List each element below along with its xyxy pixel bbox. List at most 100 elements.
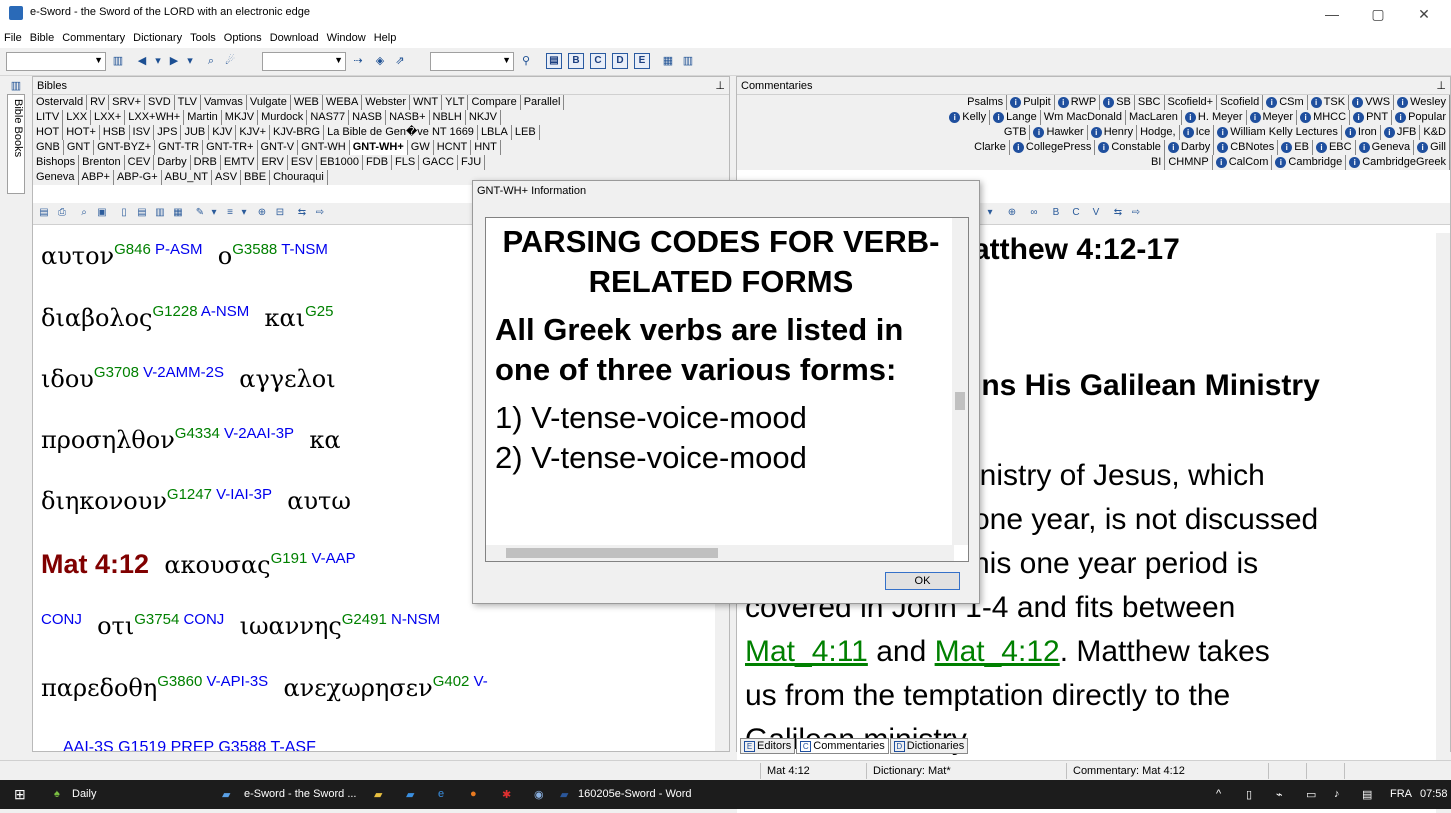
ok-button[interactable]: OK [885, 572, 960, 590]
bible-tab[interactable]: Martin [184, 110, 222, 125]
chevron-down-icon[interactable]: ▾ [237, 207, 251, 221]
maximize-button[interactable]: ▢ [1355, 2, 1401, 26]
bible-tab[interactable]: HOT+ [63, 125, 100, 140]
bible-tab[interactable]: SVD [145, 95, 175, 110]
back-icon[interactable]: ◀ [134, 53, 150, 69]
verse-link[interactable]: Mat_4:12 [935, 635, 1060, 668]
verse-view-icon[interactable]: V [1089, 207, 1103, 221]
menu-file[interactable]: File [0, 28, 26, 48]
app-icon[interactable]: ◉ [534, 788, 544, 801]
chevron-down-icon[interactable]: ▾ [983, 207, 997, 221]
commentary-tab[interactable]: i Iron [1341, 125, 1381, 140]
language-indicator[interactable]: FRA [1390, 788, 1412, 800]
commentary-tab[interactable]: i Lange [990, 110, 1041, 125]
book-combo[interactable]: ▼ [6, 52, 106, 71]
commentary-tab[interactable]: i CBNotes [1214, 140, 1279, 155]
commentary-tab[interactable]: i SB [1100, 95, 1135, 110]
editor-view-icon[interactable]: E [634, 53, 650, 69]
copy-icon[interactable]: ▤ [37, 207, 51, 221]
bible-tab[interactable]: Geneva [33, 170, 79, 185]
paste-icon[interactable]: ▥ [153, 207, 167, 221]
bible-tab[interactable]: Compare [468, 95, 521, 110]
commentary-tab[interactable]: i Pulpit [1007, 95, 1055, 110]
bible-tab[interactable]: KJV-BRG [270, 125, 325, 140]
notifications-icon[interactable]: ▤ [1362, 788, 1372, 801]
edge-icon[interactable]: e [438, 788, 444, 800]
commentary-tab[interactable]: K&D [1420, 125, 1450, 140]
binoculars-icon[interactable]: ⌕ [77, 207, 91, 221]
sync-icon[interactable]: ⇆ [1111, 207, 1125, 221]
commentary-tab[interactable]: i Popular [1392, 110, 1450, 125]
dictionary-view-icon[interactable]: D [612, 53, 628, 69]
commentary-tab[interactable]: i Ice [1179, 125, 1215, 140]
bible-view-icon[interactable]: B [568, 53, 584, 69]
menu-tools[interactable]: Tools [186, 28, 220, 48]
bible-tab[interactable]: HNT [471, 140, 501, 155]
commentary-view-icon[interactable]: C [590, 53, 606, 69]
bible-tab[interactable]: Ostervald [33, 95, 88, 110]
zoom-icon[interactable]: ⊕ [255, 207, 269, 221]
bible-tab[interactable]: NAS77 [307, 110, 350, 125]
forward-icon[interactable]: ▶ [166, 53, 182, 69]
lookup-icon[interactable]: ⚲ [518, 53, 534, 69]
bible-tab[interactable]: GNT-WH+ [349, 140, 408, 155]
monitor-icon[interactable]: ▭ [1306, 788, 1316, 801]
bible-tab[interactable]: Murdock [258, 110, 308, 125]
bible-tab[interactable]: MKJV [221, 110, 259, 125]
commentary-tab[interactable]: i CambridgeGreek [1346, 155, 1450, 170]
bible-tab[interactable]: GNT-TR+ [203, 140, 258, 155]
firefox-icon[interactable]: ● [470, 788, 477, 800]
bible-tab[interactable]: ERV [258, 155, 288, 170]
close-button[interactable]: ✕ [1401, 2, 1447, 26]
bible-tab[interactable]: NKJV [465, 110, 501, 125]
menu-commentary[interactable]: Commentary [58, 28, 129, 48]
bible-view-icon[interactable]: B [1049, 207, 1063, 221]
commentary-tab[interactable]: i Kelly [946, 110, 991, 125]
windows-start-icon[interactable]: ⊞ [14, 786, 26, 803]
bible-tab[interactable]: TLV [174, 95, 201, 110]
bible-tab[interactable]: JUB [181, 125, 210, 140]
dialog-vertical-scrollbar[interactable] [952, 218, 968, 545]
commentary-tab[interactable]: BI [1147, 155, 1166, 170]
scroll-thumb[interactable] [506, 548, 718, 558]
commentary-view-icon[interactable]: C [1069, 207, 1083, 221]
bible-tab[interactable]: WNT [410, 95, 443, 110]
bible-tab[interactable]: YLT [442, 95, 469, 110]
commentary-tab[interactable]: i Wesley [1394, 95, 1450, 110]
commentary-tab[interactable]: Scofield [1217, 95, 1264, 110]
commentary-tab[interactable]: i Geneva [1355, 140, 1415, 155]
graphics-icon[interactable]: ▦ [660, 53, 676, 69]
commentary-tab[interactable]: i PNT [1350, 110, 1393, 125]
commentary-tab[interactable]: i William Kelly Lectures [1214, 125, 1342, 140]
sync-icon[interactable]: ⇆ [295, 207, 309, 221]
bible-tab[interactable]: JPS [154, 125, 182, 140]
commentary-tab[interactable]: i CollegePress [1009, 140, 1096, 155]
tab-editors[interactable]: E Editors [740, 738, 796, 754]
commentary-tab[interactable]: Clarke [971, 140, 1010, 155]
bible-tab[interactable]: La Bible de Gen�ve NT 1669 [324, 125, 478, 140]
bible-tab[interactable]: GNT-TR [155, 140, 204, 155]
commentary-tab[interactable]: i Meyer [1246, 110, 1298, 125]
menu-window[interactable]: Window [323, 28, 370, 48]
print-icon[interactable]: ⎙ [55, 207, 69, 221]
go-icon[interactable]: ⇗ [392, 53, 408, 69]
bookmark-icon[interactable]: ◈ [372, 53, 388, 69]
bible-tab[interactable]: HCNT [433, 140, 472, 155]
bible-tab[interactable]: KJV [209, 125, 237, 140]
bible-tab[interactable]: SRV+ [109, 95, 146, 110]
bible-tab[interactable]: Chouraqui [270, 170, 328, 185]
weather-label[interactable]: Daily [72, 788, 96, 800]
commentary-tab[interactable]: SBC [1134, 95, 1165, 110]
commentary-tab[interactable]: Psalms [964, 95, 1008, 110]
tab-dictionaries[interactable]: D Dictionaries [889, 738, 969, 754]
bible-tab[interactable]: GNT-WH [298, 140, 350, 155]
menu-bible[interactable]: Bible [26, 28, 58, 48]
verse-combo[interactable]: ▼ [430, 52, 514, 71]
library-icon[interactable]: ▥ [680, 53, 696, 69]
chevron-down-icon[interactable]: ▾ [207, 207, 221, 221]
bible-tab[interactable]: GNB [33, 140, 64, 155]
minimize-button[interactable]: — [1309, 2, 1355, 26]
bible-tab[interactable]: NBLH [429, 110, 466, 125]
commentary-tab[interactable]: i EB [1278, 140, 1313, 155]
forward-dropdown-icon[interactable]: ▾ [182, 53, 198, 69]
